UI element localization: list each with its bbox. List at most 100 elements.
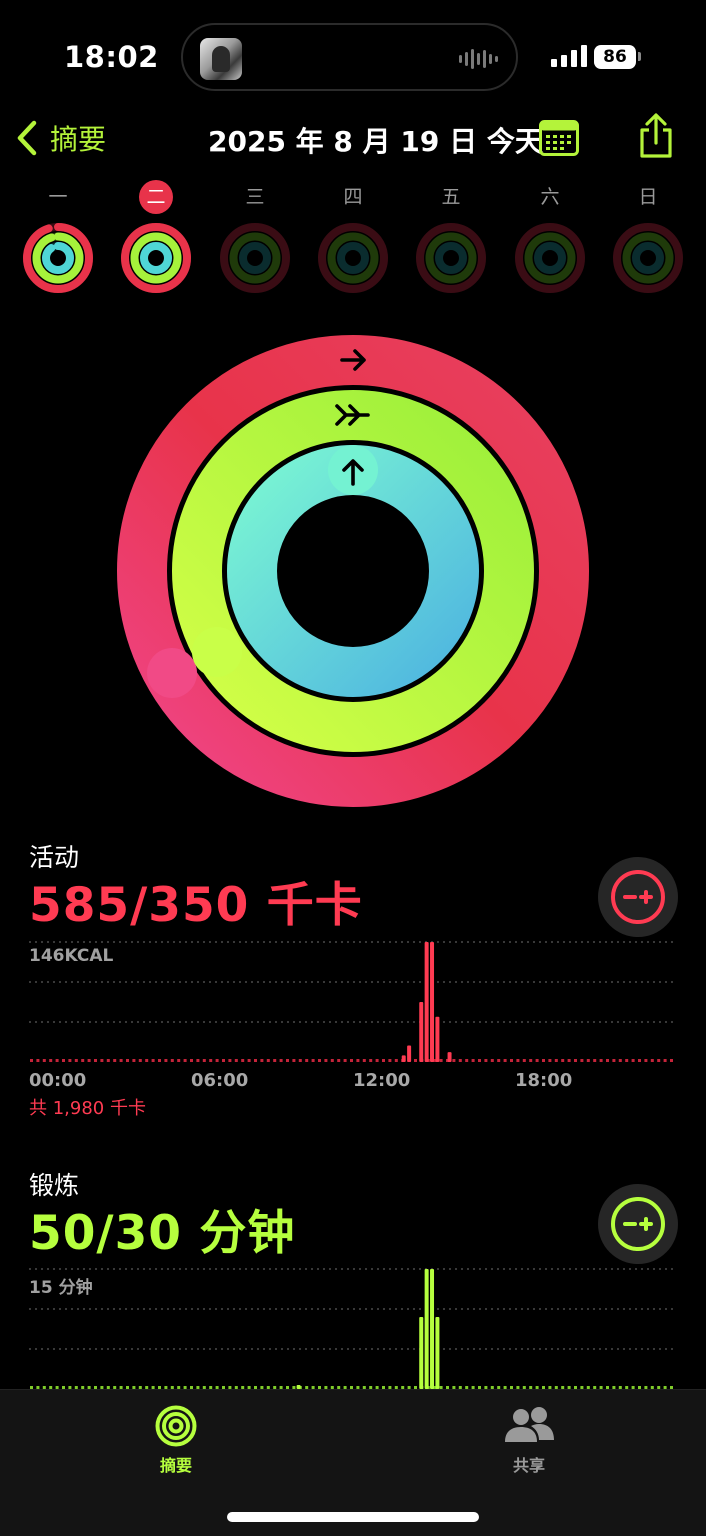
day-wed[interactable]: 三 [215,180,295,294]
baseline-dot [202,1059,206,1062]
day-sat[interactable]: 六 [510,180,590,294]
day-label: 五 [441,186,461,208]
exercise-ring-cap [192,627,242,677]
minus-plus-icon [611,1197,665,1251]
baseline-dot [670,1059,673,1062]
baseline-dot [170,1059,174,1062]
x-tick: 12:00 [353,1070,411,1091]
baseline-dot [42,1059,46,1062]
back-label: 摘要 [50,123,107,156]
baseline-dot [394,1059,398,1062]
baseline-dot [554,1059,558,1062]
stand-ring-track [337,242,369,274]
stand-ring [227,445,479,697]
baseline-dot [586,1059,590,1062]
baseline-dot [94,1059,97,1062]
baseline-dot [273,1059,277,1062]
stand-ring [42,242,74,274]
home-indicator[interactable] [227,1512,479,1522]
baseline-dot [337,1059,341,1062]
baseline-dot [266,1059,270,1062]
baseline-dot [158,1059,161,1062]
move-adjust-button[interactable] [598,857,678,937]
cellular-signal-icon [551,45,587,67]
baseline-dot [254,1059,257,1062]
baseline-dot [606,1059,609,1062]
day-sun[interactable]: 日 [608,180,688,294]
baseline-dot [356,1059,360,1062]
baseline-dot [465,1059,469,1062]
baseline-dot [503,1059,507,1062]
chart-bar [419,1002,424,1062]
day-tue[interactable]: 二 [116,180,196,294]
baseline-dot [279,1059,283,1062]
day-label: 四 [343,186,363,208]
week-strip: 一 二 三 四 五 六 日 [0,180,706,300]
exercise-chart [29,1268,676,1389]
chart-bar [430,942,435,1062]
baseline-dot [49,1059,53,1062]
baseline-dot [132,1059,136,1062]
baseline-dot [318,1059,321,1062]
battery-indicator: 86 [594,45,636,69]
battery-tip [638,52,641,61]
baseline-dot [542,1059,545,1062]
baseline-dot [292,1059,296,1062]
status-time: 18:02 [64,40,159,74]
move-chart [29,941,676,1062]
baseline-dot [222,1059,225,1062]
stand-ring [140,242,172,274]
share-button[interactable] [637,113,675,159]
baseline-dot [183,1059,187,1062]
baseline-dot [145,1059,149,1062]
baseline-dot [375,1059,379,1062]
baseline-dot [638,1059,641,1062]
baseline-dot [452,1059,456,1062]
exercise-adjust-button[interactable] [598,1184,678,1264]
share-icon [640,113,672,158]
activity-rings[interactable] [114,332,592,810]
stand-ring-track [534,242,566,274]
chart-bar [401,1055,406,1062]
baseline-dot [625,1059,629,1062]
x-tick: 06:00 [191,1070,249,1091]
day-label: 一 [48,186,68,208]
baseline-dot [74,1059,78,1062]
calendar-button[interactable] [539,120,579,156]
baseline-dot [228,1059,232,1062]
baseline-dot [657,1059,661,1062]
baseline-dot [324,1059,328,1062]
baseline-dot [311,1059,315,1062]
baseline-dot [100,1059,104,1062]
move-value: 585/350 千卡 [29,878,363,933]
baseline-dot [55,1059,59,1062]
baseline-dot [599,1059,603,1062]
baseline-dot [471,1059,475,1062]
baseline-dot [478,1059,481,1062]
stand-ring-track [632,242,664,274]
day-rings-wed [220,223,290,293]
calendar-icon [539,120,579,156]
baseline-dot [593,1059,597,1062]
baseline-dot [484,1059,488,1062]
baseline-dot [529,1059,533,1062]
tab-summary[interactable]: 摘要 [116,1404,236,1476]
baseline-dot [388,1059,392,1062]
tab-label: 共享 [512,1456,545,1475]
day-fri[interactable]: 五 [411,180,491,294]
baseline-dot [164,1059,168,1062]
dynamic-island[interactable] [181,23,518,91]
day-thu[interactable]: 四 [313,180,393,294]
baseline-dot [350,1059,353,1062]
tab-sharing[interactable]: 共享 [469,1404,589,1476]
baseline-dot [567,1059,571,1062]
back-button[interactable]: 摘要 [14,118,106,158]
chart-bar [447,1052,452,1062]
baseline-dot [177,1059,181,1062]
baseline-dot [119,1059,123,1062]
baseline-dot [247,1059,251,1062]
activity-rings-icon [155,1405,197,1447]
day-mon[interactable]: 一 [18,180,98,294]
baseline-dot [382,1059,385,1062]
baseline-dot [439,1059,443,1062]
